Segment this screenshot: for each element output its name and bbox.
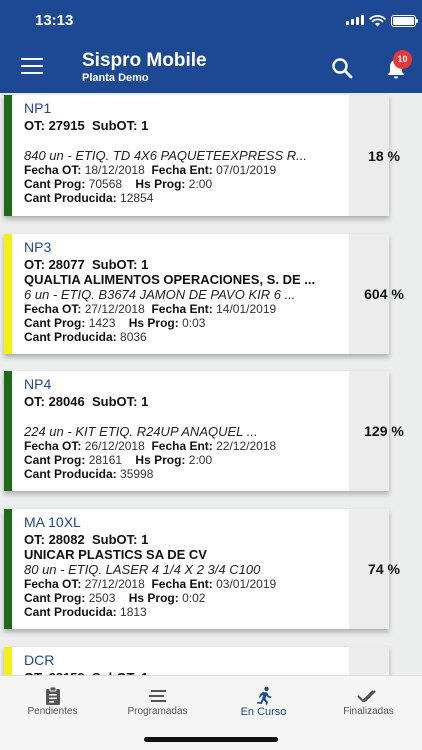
produced-row: Cant Producida: 1813	[24, 605, 147, 619]
search-icon[interactable]	[330, 56, 354, 80]
programmed-row: Cant Prog: 70568 Hs Prog: 2:00	[24, 177, 213, 191]
wifi-icon	[369, 14, 386, 27]
status-accent-bar	[4, 95, 12, 216]
produced-row: Cant Producida: 8036	[24, 330, 147, 344]
machine-code: DCR	[24, 652, 55, 668]
machine-code: MA 10XL	[24, 514, 81, 530]
programmed-row: Cant Prog: 2503 Hs Prog: 0:02	[24, 591, 206, 605]
status-time: 13:13	[35, 12, 74, 29]
machine-code: NP4	[24, 376, 52, 392]
progress-percent: 18 %	[368, 148, 400, 164]
dates-row: Fecha OT: 27/12/2018 Fecha Ent: 03/01/20…	[24, 577, 277, 591]
progress-percent: 604 %	[364, 286, 404, 302]
dates-row: Fecha OT: 18/12/2018 Fecha Ent: 07/01/20…	[24, 163, 277, 177]
tab-en-curso[interactable]: En Curso	[211, 676, 316, 726]
ot-line: OT: 28082 SubOT: 1	[24, 532, 149, 547]
work-order-card[interactable]: NP4 OT: 28046 SubOT: 1 224 un - KIT ETIQ…	[4, 371, 389, 491]
ot-line: OT: 28046 SubOT: 1	[24, 394, 149, 409]
work-order-card[interactable]: NP1 OT: 27915 SubOT: 1 840 un - ETIQ. TD…	[4, 95, 389, 216]
product-description: 80 un - ETIQ. LASER 4 1/4 X 2 3/4 C100	[24, 562, 261, 577]
app-screen: 13:13 Sispro Mobile Planta Demo 10 NP1 O…	[0, 0, 422, 750]
product-description: 840 un - ETIQ. TD 4X6 PAQUETEEXPRESS R..…	[24, 148, 307, 163]
app-title: Sispro Mobile	[82, 50, 207, 71]
tab-label: Pendientes	[27, 706, 78, 717]
machine-code: NP3	[24, 239, 52, 255]
client-name: UNICAR PLASTICS SA DE CV	[24, 547, 207, 562]
hamburger-menu-button[interactable]	[21, 58, 43, 74]
produced-row: Cant Producida: 12854	[24, 191, 154, 205]
notification-badge: 10	[393, 50, 412, 69]
tab-pendientes[interactable]: Pendientes	[0, 676, 105, 726]
work-order-card[interactable]: MA 10XL OT: 28082 SubOT: 1 UNICAR PLASTI…	[4, 509, 389, 629]
plant-subtitle: Planta Demo	[82, 72, 149, 84]
double-check-icon	[356, 690, 376, 703]
client-name: QUALTIA ALIMENTOS OPERACIONES, S. DE ...	[24, 272, 316, 287]
produced-row: Cant Producida: 35998	[24, 467, 154, 481]
tab-label: Programadas	[127, 706, 188, 717]
machine-code: NP1	[24, 100, 52, 116]
work-order-card[interactable]: NP3 OT: 28077 SubOT: 1 QUALTIA ALIMENTOS…	[4, 234, 389, 354]
ot-line: OT: 27915 SubOT: 1	[24, 118, 149, 133]
app-header: 13:13 Sispro Mobile Planta Demo 10	[0, 0, 422, 93]
battery-icon	[391, 15, 418, 27]
tab-label: Finalizadas	[343, 706, 394, 717]
status-accent-bar	[4, 371, 12, 491]
programmed-row: Cant Prog: 28161 Hs Prog: 2:00	[24, 453, 213, 467]
tab-finalizadas[interactable]: Finalizadas	[316, 676, 421, 726]
clipboard-icon	[45, 686, 60, 705]
product-description: 224 un - KIT ETIQ. R24UP ANAQUEL ...	[24, 424, 258, 439]
status-accent-bar	[4, 234, 12, 354]
product-description: 6 un - ETIQ. B3674 JAMON DE PAVO KIR 6 .…	[24, 287, 296, 302]
home-indicator	[144, 737, 278, 742]
status-bar: 13:13	[0, 12, 422, 32]
list-lines-icon	[148, 690, 166, 702]
progress-percent: 74 %	[368, 561, 400, 577]
ot-line: OT: 28077 SubOT: 1	[24, 257, 149, 272]
cellular-signal-icon	[346, 15, 364, 25]
tab-programadas[interactable]: Programadas	[105, 676, 210, 726]
programmed-row: Cant Prog: 1423 Hs Prog: 0:03	[24, 316, 206, 330]
dates-row: Fecha OT: 27/12/2018 Fecha Ent: 14/01/20…	[24, 302, 277, 316]
running-person-icon	[256, 686, 271, 705]
status-accent-bar	[4, 509, 12, 629]
progress-percent: 129 %	[364, 423, 404, 439]
tab-label: En Curso	[240, 706, 287, 718]
dates-row: Fecha OT: 26/12/2018 Fecha Ent: 22/12/20…	[24, 439, 277, 453]
client-name	[24, 133, 351, 148]
client-name	[24, 409, 351, 424]
